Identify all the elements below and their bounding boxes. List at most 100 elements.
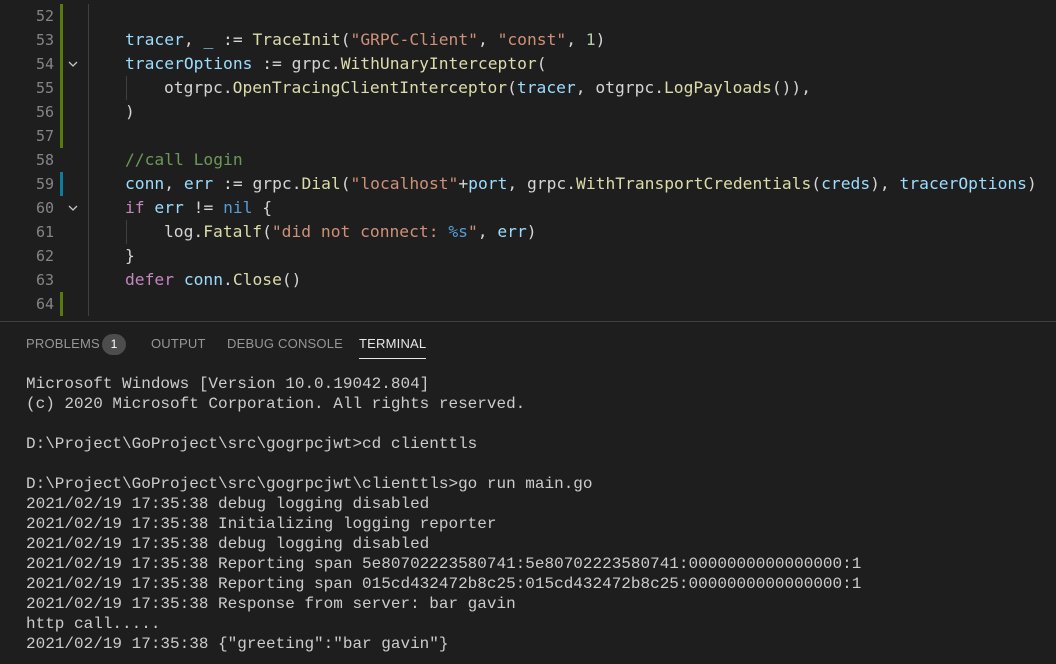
code-text: tracerOptions := grpc.WithUnaryIntercept… xyxy=(125,52,547,76)
code-text: //call Login xyxy=(125,148,243,172)
git-added-marker[interactable] xyxy=(60,52,63,76)
tab-terminal[interactable]: TERMINAL xyxy=(359,322,427,366)
indent-guide xyxy=(88,244,89,268)
tab-debug-console-label: DEBUG CONSOLE xyxy=(227,336,344,351)
indent-guide xyxy=(88,148,89,172)
line-number: 61 xyxy=(35,223,54,241)
code-text: } xyxy=(125,244,135,268)
code-token: := xyxy=(252,54,292,73)
git-added-marker[interactable] xyxy=(60,4,63,28)
code-token: log xyxy=(164,222,194,241)
code-line[interactable]: 63 defer conn.Close() xyxy=(0,268,1056,292)
code-token: LogPayloads xyxy=(664,78,772,97)
line-number: 57 xyxy=(35,127,54,145)
chevron-down-icon[interactable] xyxy=(66,52,80,76)
indent-guide xyxy=(88,268,89,292)
line-number: 55 xyxy=(35,79,54,97)
code-token: ()), xyxy=(771,78,812,97)
code-token: , xyxy=(507,174,527,193)
code-token: ( xyxy=(536,54,547,73)
code-token: port xyxy=(468,174,508,193)
code-token: , xyxy=(477,222,498,241)
code-token: conn xyxy=(125,174,165,193)
indent-guide xyxy=(88,100,89,124)
code-token: tracerOptions xyxy=(125,54,253,73)
terminal-line: http call..... xyxy=(26,615,161,633)
code-line[interactable]: 61 log.Fatalf("did not connect: %s", err) xyxy=(0,220,1056,244)
code-token: TraceInit xyxy=(252,30,341,49)
code-text: log.Fatalf("did not connect: %s", err) xyxy=(164,220,537,244)
code-token: "localhost" xyxy=(350,174,459,193)
code-line[interactable]: 62} xyxy=(0,244,1056,268)
code-token: Dial xyxy=(301,174,341,193)
code-token: ( xyxy=(507,78,517,97)
code-token: Close xyxy=(232,270,282,289)
code-line[interactable]: 60 if err != nil { xyxy=(0,196,1056,220)
code-text: otgrpc.OpenTracingClientInterceptor(trac… xyxy=(164,76,811,100)
code-token: OpenTracingClientInterceptor xyxy=(232,78,508,97)
code-token: conn xyxy=(183,270,224,289)
code-line[interactable]: 54 tracerOptions := grpc.WithUnaryInterce… xyxy=(0,52,1056,76)
git-added-marker[interactable] xyxy=(60,100,63,124)
code-token: creds xyxy=(821,174,871,193)
code-line[interactable]: 52 xyxy=(0,4,1056,28)
line-number: 60 xyxy=(35,199,54,217)
code-token: err xyxy=(154,198,184,217)
tab-debug-console[interactable]: DEBUG CONSOLE xyxy=(227,322,343,366)
git-added-marker[interactable] xyxy=(60,76,63,100)
code-token: , xyxy=(164,174,184,193)
code-editor[interactable]: } 5253tracer, _ := TraceInit("GRPC-Client… xyxy=(0,0,1056,321)
code-line[interactable]: 59 conn, err := grpc.Dial("localhost"+por… xyxy=(0,172,1056,196)
code-token: } xyxy=(125,246,135,265)
code-token: tracerOptions xyxy=(899,174,1027,193)
code-line[interactable]: 56) xyxy=(0,100,1056,124)
code-token: , xyxy=(183,30,204,49)
tab-output-label: OUTPUT xyxy=(151,336,206,351)
indent-guide xyxy=(88,52,89,76)
indent-guide xyxy=(126,76,127,100)
code-token: ) xyxy=(595,30,606,49)
indent-guide xyxy=(88,220,89,244)
indent-guide xyxy=(88,172,89,196)
git-added-marker[interactable] xyxy=(60,124,63,148)
terminal-line: 2021/02/19 17:35:38 debug logging disabl… xyxy=(26,495,430,513)
git-added-marker[interactable] xyxy=(60,28,63,52)
code-token: := xyxy=(213,30,253,49)
code-line[interactable]: 58 //call Login xyxy=(0,148,1056,172)
terminal-line: D:\Project\GoProject\src\gogrpcjwt\clien… xyxy=(26,475,593,493)
git-modified-marker[interactable] xyxy=(60,172,63,196)
code-token: ) xyxy=(1026,174,1037,193)
code-text: ) xyxy=(125,100,135,124)
code-token: . xyxy=(223,270,233,289)
code-line[interactable]: 53 tracer, _ := TraceInit("GRPC-Client", … xyxy=(0,28,1056,52)
code-token: otgrpc xyxy=(595,78,655,97)
code-line[interactable]: 55 otgrpc.OpenTracingClientInterceptor(tr… xyxy=(0,76,1056,100)
code-token: . xyxy=(330,54,341,73)
code-token: " xyxy=(467,222,478,241)
code-token: { xyxy=(252,198,273,217)
code-token: grpc xyxy=(527,174,567,193)
code-text: conn, err := grpc.Dial("localhost"+port,… xyxy=(125,172,1037,196)
terminal-output[interactable]: Microsoft Windows [Version 10.0.19042.80… xyxy=(26,374,1046,654)
indent-guide xyxy=(126,220,127,244)
chevron-down-icon[interactable] xyxy=(66,196,80,220)
tab-problems-label: PROBLEMS xyxy=(26,336,100,351)
tab-output[interactable]: OUTPUT xyxy=(151,322,206,366)
line-number: 62 xyxy=(35,247,54,265)
code-token: := xyxy=(213,174,253,193)
code-text: tracer, _ := TraceInit("GRPC-Client", "c… xyxy=(125,28,605,52)
line-number: 58 xyxy=(35,151,54,169)
code-line[interactable]: 57 xyxy=(0,124,1056,148)
code-token: _ xyxy=(203,30,214,49)
code-token: "did not connect: xyxy=(271,222,449,241)
code-line[interactable]: 64 xyxy=(0,292,1056,316)
git-added-marker[interactable] xyxy=(60,292,63,316)
code-token: nil xyxy=(223,198,253,217)
code-token: ) xyxy=(526,222,537,241)
code-token: ( xyxy=(811,174,822,193)
tab-problems[interactable]: PROBLEMS xyxy=(26,322,100,366)
code-token: "GRPC-Client" xyxy=(350,30,478,49)
tab-terminal-label: TERMINAL xyxy=(359,336,427,351)
panel-tab-bar: PROBLEMS 1 OUTPUT DEBUG CONSOLE TERMINAL xyxy=(0,322,1056,366)
